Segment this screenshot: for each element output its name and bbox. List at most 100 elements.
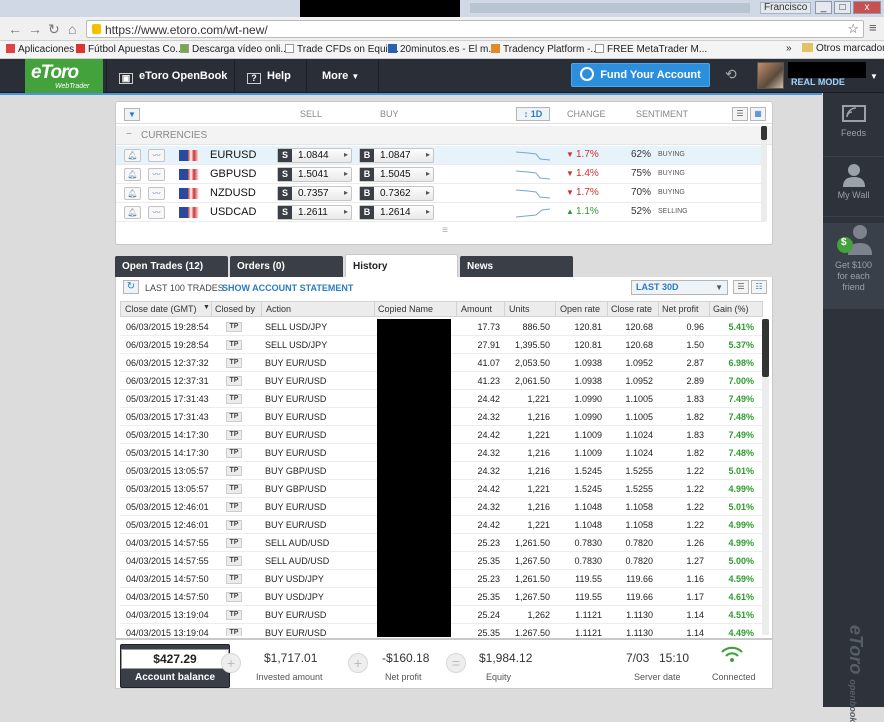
amount-cell: 25.23	[477, 574, 500, 584]
more-menu[interactable]: More ▼	[306, 59, 378, 93]
col-open-rate[interactable]: Open rate	[560, 304, 600, 314]
sidebar-item-invite-friends[interactable]: $ Get $100 for each friend	[823, 223, 884, 309]
sell-button[interactable]: S 1.5041 ▸	[277, 167, 352, 182]
instrument-symbol[interactable]: EURUSD	[210, 149, 256, 161]
user-menu-chevron-icon[interactable]: ▼	[870, 72, 878, 81]
chart-icon[interactable]: 〰	[148, 149, 165, 162]
history-period-dropdown[interactable]: LAST 30D ▼	[631, 280, 728, 295]
alert-bell-icon[interactable]: 🔔︎	[124, 168, 141, 181]
bookmark-item[interactable]: Fútbol Apuestas Co...	[76, 43, 184, 56]
list-view-icon[interactable]: ☰	[732, 107, 748, 121]
sell-button[interactable]: S 1.2611 ▸	[277, 205, 352, 220]
bookmark-item[interactable]: Aplicaciones	[6, 43, 74, 56]
home-icon[interactable]: ⌂	[68, 21, 76, 37]
buy-button[interactable]: B 1.0847 ▸	[359, 148, 434, 163]
fund-account-button[interactable]: Fund Your Account	[571, 63, 710, 87]
openbook-button[interactable]: ▣ eToro OpenBook	[106, 59, 234, 93]
close-rate-cell: 1.1024	[625, 448, 653, 458]
reload-icon[interactable]: ↻	[48, 21, 60, 37]
closed-by-badge: TP	[226, 322, 242, 332]
open-rate-cell: 0.7830	[574, 556, 602, 566]
col-closed-by[interactable]: Closed by	[215, 304, 255, 314]
other-bookmarks[interactable]: Otros marcadores	[802, 43, 884, 54]
tab-news[interactable]: News	[460, 256, 573, 278]
bookmarks-overflow[interactable]: »	[786, 43, 792, 54]
net-profit-cell: 0.96	[686, 322, 704, 332]
sentiment-label: BUYING	[658, 189, 685, 196]
sidebar-item-feeds[interactable]: Feeds	[823, 103, 884, 157]
collapse-icon[interactable]: −	[126, 129, 132, 140]
show-account-statement-link[interactable]: SHOW ACCOUNT STATEMENT	[222, 283, 353, 293]
buy-button[interactable]: B 1.2614 ▸	[359, 205, 434, 220]
alert-bell-icon[interactable]: 🔔︎	[124, 206, 141, 219]
url-input[interactable]: https://www.etoro.com/wt-new/ ☆	[86, 20, 864, 38]
minimize-icon[interactable]: _	[815, 1, 832, 14]
col-amount[interactable]: Amount	[461, 304, 492, 314]
open-rate-cell: 1.1009	[574, 448, 602, 458]
currencies-group-header[interactable]: − CURRENCIES	[116, 126, 772, 145]
instrument-symbol[interactable]: NZDUSD	[210, 187, 256, 199]
col-units[interactable]: Units	[509, 304, 530, 314]
bookmark-star-icon[interactable]: ☆	[847, 21, 859, 37]
filter-icon[interactable]: ▼	[124, 108, 140, 121]
tab-orders[interactable]: Orders (0)	[230, 256, 343, 278]
history-scrollbar[interactable]	[762, 319, 769, 377]
col-close-date[interactable]: Close date (GMT)	[125, 304, 197, 314]
watchlist-scrollbar-track[interactable]	[761, 126, 767, 222]
back-icon[interactable]: ←	[8, 21, 22, 37]
avatar[interactable]	[757, 62, 784, 89]
sidebar-item-my-wall[interactable]: My Wall	[823, 163, 884, 217]
watchlist-scrollbar[interactable]	[761, 126, 767, 140]
refresh-icon[interactable]: ↻	[123, 280, 139, 294]
tab-history[interactable]: History	[345, 254, 458, 278]
resize-handle-icon[interactable]: ≡	[436, 226, 454, 239]
col-action[interactable]: Action	[266, 304, 291, 314]
grid-view-icon[interactable]: ▦	[750, 107, 766, 121]
chart-icon[interactable]: 〰	[148, 206, 165, 219]
sell-button[interactable]: S 1.0844 ▸	[277, 148, 352, 163]
col-net-profit[interactable]: Net profit	[662, 304, 699, 314]
alert-bell-icon[interactable]: 🔔︎	[124, 149, 141, 162]
bookmark-item[interactable]: Trade CFDs on Equit...	[285, 43, 399, 56]
close-icon[interactable]: x	[853, 1, 881, 14]
sort-down-icon[interactable]: ▼	[203, 304, 210, 311]
forward-icon[interactable]: →	[28, 21, 42, 37]
etoro-logo[interactable]: eToro WebTrader	[25, 59, 103, 93]
bookmark-item[interactable]: FREE MetaTrader M...	[595, 43, 707, 56]
bookmark-item[interactable]: Descarga vídeo onli...	[180, 43, 289, 56]
help-button[interactable]: ? Help	[234, 59, 306, 93]
maximize-icon[interactable]: □	[834, 1, 851, 14]
col-close-rate[interactable]: Close rate	[611, 304, 652, 314]
watchlist-row[interactable]: 🔔︎ 〰 NZDUSD S 0.7357 ▸ B 0.7362 ▸ ▼ 1.7% 70% BUYING	[116, 184, 764, 203]
list-view-icon[interactable]: ☰	[733, 280, 749, 294]
buy-button[interactable]: B 1.5045 ▸	[359, 167, 434, 182]
alert-bell-icon[interactable]: 🔔︎	[124, 187, 141, 200]
browser-user-badge[interactable]: Francisco	[760, 2, 812, 14]
mode-switch-icon[interactable]: ⟲	[725, 66, 737, 83]
browser-menu-icon[interactable]: ≡	[869, 20, 877, 35]
open-rate-cell: 120.81	[574, 340, 602, 350]
instrument-symbol[interactable]: USDCAD	[210, 206, 256, 218]
col-copied-name[interactable]: Copied Name	[378, 304, 433, 314]
tab-open-trades[interactable]: Open Trades (12)	[115, 256, 228, 278]
close-date-cell: 05/03/2015 17:31:43	[126, 412, 209, 422]
chart-icon[interactable]: 〰	[148, 187, 165, 200]
bookmark-item[interactable]: Tradency Platform -...	[491, 43, 599, 56]
close-date-cell: 05/03/2015 12:46:01	[126, 520, 209, 530]
period-selector[interactable]: ↕ 1D	[516, 107, 550, 121]
bookmark-item[interactable]: 20minutos.es - El m...	[388, 43, 497, 56]
sell-button[interactable]: S 0.7357 ▸	[277, 186, 352, 201]
net-profit-label: Net profit	[385, 672, 422, 682]
chart-icon[interactable]: 〰	[148, 168, 165, 181]
account-balance-box[interactable]: $427.29 Account balance	[120, 644, 230, 688]
buy-button[interactable]: B 0.7362 ▸	[359, 186, 434, 201]
watchlist-row[interactable]: 🔔︎ 〰 EURUSD S 1.0844 ▸ B 1.0847 ▸ ▼ 1.7% 62% BUYING	[116, 146, 764, 165]
gain-cell: 7.48%	[728, 412, 754, 422]
instrument-symbol[interactable]: GBPUSD	[210, 168, 256, 180]
watchlist-row[interactable]: 🔔︎ 〰 GBPUSD S 1.5041 ▸ B 1.5045 ▸ ▼ 1.4% 75% BUYING	[116, 165, 764, 184]
watchlist-row[interactable]: 🔔︎ 〰 USDCAD S 1.2611 ▸ B 1.2614 ▸ ▲ 1.1% 52% SELLING	[116, 203, 764, 222]
detail-view-icon[interactable]: ☷	[751, 280, 767, 294]
browser-tab-strip[interactable]	[470, 3, 750, 13]
net-profit-cell: 1.82	[686, 448, 704, 458]
col-gain[interactable]: Gain (%)	[713, 304, 749, 314]
